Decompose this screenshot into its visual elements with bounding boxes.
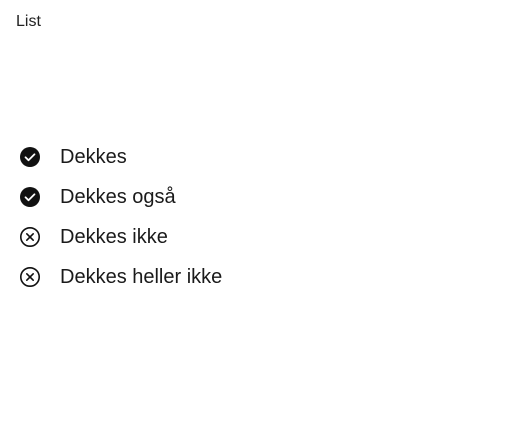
list-item: Dekkes ikke <box>19 217 222 257</box>
list-item: Dekkes <box>19 137 222 177</box>
x-circle-outline-icon <box>19 226 41 248</box>
list-item-label: Dekkes heller ikke <box>60 265 223 288</box>
check-circle-filled-icon <box>19 186 41 208</box>
page-title: List <box>16 13 41 30</box>
coverage-list: Dekkes Dekkes også Dekkes ikke Dekkes he… <box>19 137 222 297</box>
list-item: Dekkes heller ikke <box>19 257 222 297</box>
check-circle-filled-icon <box>19 146 41 168</box>
list-item-label: Dekkes <box>60 145 127 168</box>
x-circle-outline-icon <box>19 266 41 288</box>
list-item: Dekkes også <box>19 177 222 217</box>
list-item-label: Dekkes også <box>60 185 176 208</box>
list-item-label: Dekkes ikke <box>60 225 168 248</box>
